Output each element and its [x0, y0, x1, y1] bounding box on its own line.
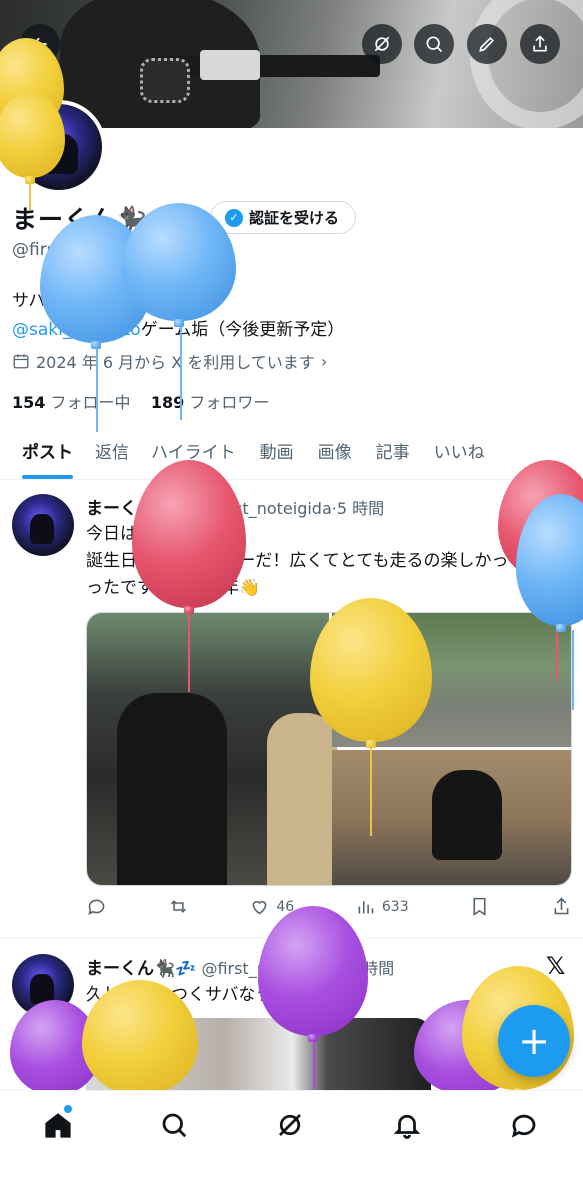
- nav-notifications[interactable]: [391, 1109, 423, 1141]
- reply-icon: [88, 899, 105, 915]
- balloon-red: [132, 460, 246, 614]
- joined-date[interactable]: 2024 年 6 月から X を利用しています ›: [12, 349, 327, 373]
- tab-videos[interactable]: 動画: [260, 432, 294, 479]
- bookmark-icon: [473, 897, 486, 916]
- plus-icon: +: [518, 1019, 550, 1063]
- chevron-right-icon: ›: [320, 351, 328, 371]
- nav-messages[interactable]: [508, 1109, 540, 1141]
- nav-home[interactable]: [42, 1109, 74, 1141]
- bottom-navigation: [0, 1090, 583, 1200]
- get-verified-label: 認証を受ける: [249, 209, 340, 227]
- balloon-string: [572, 630, 574, 710]
- edit-icon: [479, 36, 495, 52]
- banner-glove: [140, 58, 190, 103]
- tweet-avatar[interactable]: [12, 494, 74, 556]
- banner-art: [470, 0, 583, 128]
- share-tweet-button[interactable]: [551, 896, 572, 917]
- notification-dot: [64, 1105, 72, 1113]
- search-button[interactable]: [414, 24, 454, 64]
- tweet-photo[interactable]: [87, 613, 337, 885]
- views-icon: [358, 901, 374, 914]
- following-count: 154: [12, 393, 46, 412]
- grok-icon: [279, 1114, 301, 1136]
- edit-button[interactable]: [467, 24, 507, 64]
- tweet-time[interactable]: 5 時間: [337, 499, 384, 518]
- following-label: フォロー中: [50, 393, 131, 412]
- view-count: 633: [381, 898, 409, 915]
- share-icon: [533, 35, 547, 52]
- views-button[interactable]: 633: [355, 896, 409, 917]
- photo-person: [267, 713, 337, 885]
- grok-button[interactable]: [362, 24, 402, 64]
- tweet-author-name[interactable]: まーくん🐈‍⬛💤: [86, 959, 196, 979]
- share-button[interactable]: [520, 24, 560, 64]
- verified-badge-icon: ✓: [225, 208, 243, 227]
- tweet-photo[interactable]: [332, 750, 571, 885]
- balloon-string: [370, 746, 372, 836]
- tab-posts[interactable]: ポスト: [22, 432, 73, 479]
- balloon-string: [180, 320, 182, 420]
- nav-grok[interactable]: [274, 1109, 306, 1141]
- balloon-string: [96, 340, 98, 432]
- joined-date-text: 2024 年 6 月から X を利用しています: [36, 353, 315, 372]
- follow-stats: 154 フォロー中 189 フォロワー: [12, 389, 269, 413]
- photo-person: [117, 693, 227, 885]
- bookmark-button[interactable]: [469, 896, 490, 917]
- banner-gun-part: [200, 50, 260, 80]
- photo-person: [432, 770, 502, 860]
- reply-button[interactable]: [86, 896, 107, 917]
- tab-articles[interactable]: 記事: [376, 432, 410, 479]
- followers-label: フォロワー: [189, 393, 270, 412]
- message-icon: [511, 1114, 536, 1138]
- share-icon: [554, 897, 569, 915]
- following-link[interactable]: 154 フォロー中: [12, 393, 131, 412]
- home-icon: [45, 1113, 71, 1138]
- bell-icon: [393, 1114, 421, 1139]
- balloon-string: [188, 612, 190, 692]
- heart-icon: [252, 901, 267, 915]
- balloon-string: [313, 1038, 315, 1090]
- nav-search[interactable]: [158, 1109, 190, 1141]
- calendar-icon: [13, 354, 29, 369]
- search-icon: [426, 36, 443, 53]
- grok-icon: [374, 36, 390, 52]
- get-verified-button[interactable]: ✓ 認証を受ける: [210, 201, 357, 234]
- followers-link[interactable]: 189 フォロワー: [151, 393, 270, 412]
- compose-button[interactable]: +: [498, 1005, 570, 1077]
- balloon-purple: [258, 906, 368, 1042]
- search-icon: [162, 1113, 187, 1138]
- tab-images[interactable]: 画像: [318, 432, 352, 479]
- tab-replies[interactable]: 返信: [95, 432, 129, 479]
- profile-tabs: ポスト 返信 ハイライト 動画 画像 記事 いいね: [0, 432, 583, 480]
- repost-button[interactable]: [168, 896, 189, 917]
- tab-likes[interactable]: いいね: [434, 432, 485, 479]
- bio-line-2-text: ゲーム垢（今後更新予定）: [140, 320, 345, 340]
- repost-icon: [170, 900, 186, 913]
- x-logo-icon: 𝕏: [546, 952, 566, 980]
